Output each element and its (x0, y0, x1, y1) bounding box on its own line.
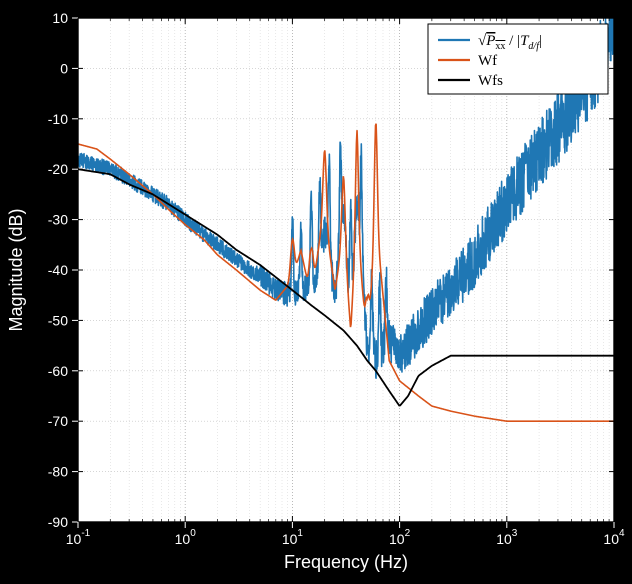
legend-label: Wfs (478, 73, 503, 89)
legend: √Pxx / |Td/f|WfWfs (428, 24, 608, 94)
y-tick-label: 10 (52, 10, 68, 26)
chart-svg: -90 -80 -70 -60 -50 -40 -30 -20 -10 0 10 10-1 100 101… (0, 0, 632, 584)
x-axis-label: Frequency (Hz) (284, 552, 408, 572)
x-tick-label: 10-1 (66, 528, 91, 547)
x-tick-label: 101 (282, 528, 304, 547)
y-tick-label: -70 (48, 413, 68, 429)
x-tick-label: 104 (603, 528, 625, 547)
y-tick-label: -90 (48, 514, 68, 530)
legend-label: Wf (478, 53, 497, 69)
y-tick-label: -60 (48, 363, 68, 379)
y-tick-label: 0 (60, 60, 68, 76)
y-axis-label: Magnitude (dB) (6, 208, 26, 331)
y-tick-label: -80 (48, 464, 68, 480)
y-tick-label: -20 (48, 161, 68, 177)
chart-container: -90 -80 -70 -60 -50 -40 -30 -20 -10 0 10 10-1 100 101… (0, 0, 632, 584)
y-tick-label: -30 (48, 212, 68, 228)
x-tick-label: 100 (175, 528, 197, 547)
x-tick-label: 103 (496, 528, 518, 547)
y-tick-label: -10 (48, 111, 68, 127)
y-tick-label: -40 (48, 262, 68, 278)
x-tick-label: 102 (389, 528, 411, 547)
y-tick-label: -50 (48, 312, 68, 328)
